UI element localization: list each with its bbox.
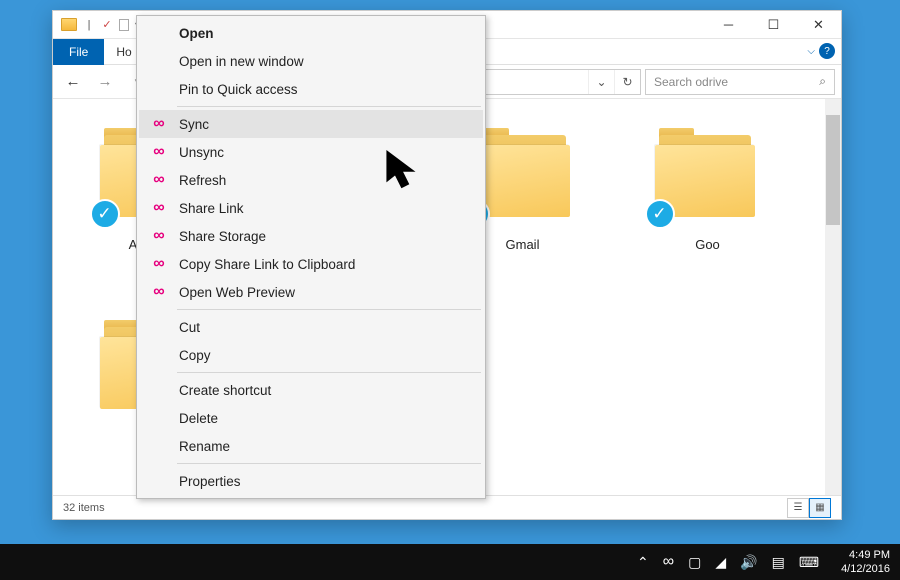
infinity-icon: ∞	[153, 199, 164, 217]
details-view-button[interactable]: ☰	[787, 498, 809, 518]
qa-separator: |	[83, 19, 95, 31]
folder-label: Gmail	[506, 237, 540, 252]
clock[interactable]: 4:49 PM 4/12/2016	[841, 548, 890, 577]
wifi-icon[interactable]: ◢	[715, 554, 726, 571]
scrollbar-thumb[interactable]	[826, 115, 840, 225]
context-menu: Open Open in new window Pin to Quick acc…	[136, 15, 486, 499]
taskbar: ⌃ ∞ ▢ ◢ 🔊 ▤ ⌨ 4:49 PM 4/12/2016	[0, 544, 900, 580]
file-tab[interactable]: File	[53, 39, 104, 65]
ctx-properties[interactable]: Properties	[139, 467, 483, 495]
folder-icon: ✓	[653, 133, 763, 223]
tray-chevron-icon[interactable]: ⌃	[637, 554, 649, 571]
infinity-icon: ∞	[153, 283, 164, 301]
search-placeholder: Search odrive	[654, 75, 728, 89]
scrollbar[interactable]	[825, 99, 841, 495]
keyboard-icon[interactable]: ⌨	[799, 554, 819, 571]
item-count: 32 items	[63, 502, 105, 514]
ctx-cut[interactable]: Cut	[139, 313, 483, 341]
minimize-button[interactable]: ─	[706, 11, 751, 39]
infinity-icon: ∞	[153, 171, 164, 189]
window-folder-icon	[61, 18, 77, 31]
notifications-icon[interactable]: ▤	[772, 554, 785, 571]
refresh-icon[interactable]: ↻	[614, 70, 640, 94]
ctx-share-storage[interactable]: ∞Share Storage	[139, 222, 483, 250]
address-dropdown-icon[interactable]: ⌄	[588, 70, 614, 94]
forward-button[interactable]: →	[91, 68, 119, 96]
ctx-create-shortcut[interactable]: Create shortcut	[139, 376, 483, 404]
search-icon: ⌕	[819, 74, 826, 89]
ctx-copy-share-link[interactable]: ∞Copy Share Link to Clipboard	[139, 250, 483, 278]
ctx-copy[interactable]: Copy	[139, 341, 483, 369]
ctx-rename[interactable]: Rename	[139, 432, 483, 460]
odrive-tray-icon[interactable]: ∞	[663, 553, 674, 571]
ctx-refresh[interactable]: ∞Refresh	[139, 166, 483, 194]
cursor-icon	[385, 150, 425, 197]
ctx-separator	[177, 309, 481, 310]
infinity-icon: ∞	[153, 227, 164, 245]
ctx-separator	[177, 106, 481, 107]
icons-view-button[interactable]: ▦	[809, 498, 831, 518]
ctx-share-link[interactable]: ∞Share Link	[139, 194, 483, 222]
ribbon-collapse-icon[interactable]: ⌵	[807, 46, 815, 57]
search-input[interactable]: Search odrive ⌕	[645, 69, 835, 95]
volume-icon[interactable]: 🔊	[740, 554, 757, 571]
clock-time: 4:49 PM	[841, 548, 890, 562]
ctx-open-web-preview[interactable]: ∞Open Web Preview	[139, 278, 483, 306]
ctx-pin-quick-access[interactable]: Pin to Quick access	[139, 75, 483, 103]
ctx-separator	[177, 372, 481, 373]
sync-check-icon: ✓	[90, 199, 120, 229]
ctx-unsync[interactable]: ∞Unsync	[139, 138, 483, 166]
sync-check-icon: ✓	[645, 199, 675, 229]
battery-icon[interactable]: ▢	[688, 554, 701, 571]
qa-checkmark-icon[interactable]: ✓	[101, 19, 113, 31]
infinity-icon: ∞	[153, 255, 164, 273]
infinity-icon: ∞	[153, 115, 164, 133]
clock-date: 4/12/2016	[841, 562, 890, 576]
ctx-open[interactable]: Open	[139, 19, 483, 47]
ctx-separator	[177, 463, 481, 464]
help-icon[interactable]: ?	[819, 43, 835, 59]
qa-blank-icon[interactable]	[119, 19, 129, 31]
back-button[interactable]: ←	[59, 68, 87, 96]
folder-label: Goo	[695, 237, 720, 252]
folder-item[interactable]: ✓ Goo	[620, 119, 795, 299]
ctx-delete[interactable]: Delete	[139, 404, 483, 432]
maximize-button[interactable]: ☐	[751, 11, 796, 39]
ctx-open-new-window[interactable]: Open in new window	[139, 47, 483, 75]
infinity-icon: ∞	[153, 143, 164, 161]
close-button[interactable]: ✕	[796, 11, 841, 39]
ctx-sync[interactable]: ∞Sync	[139, 110, 483, 138]
